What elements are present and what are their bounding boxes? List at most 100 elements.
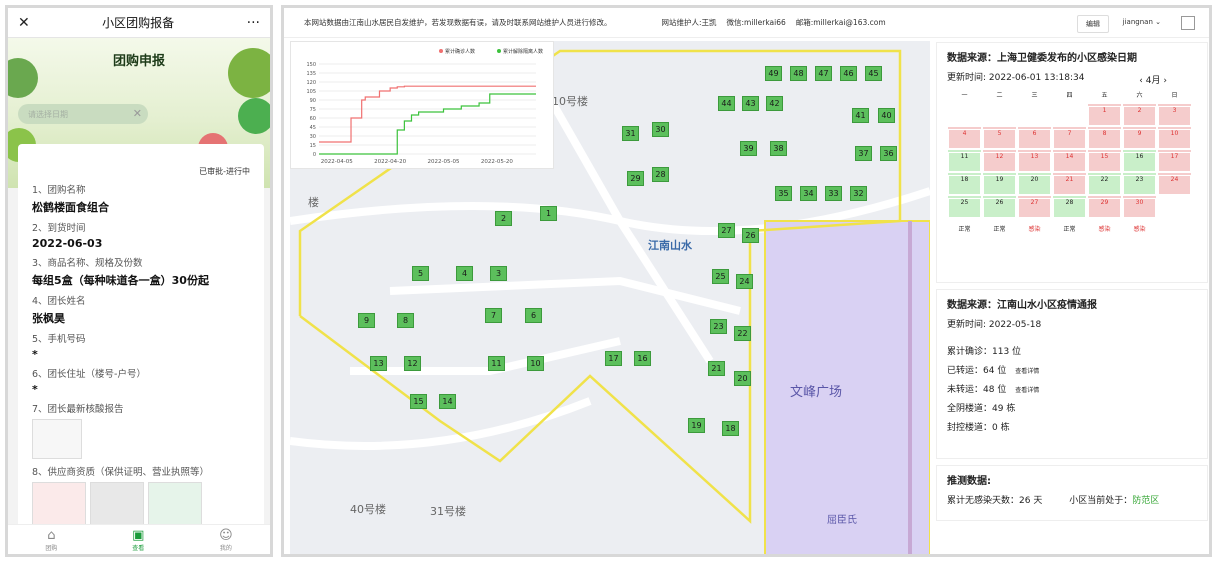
building-marker[interactable]: 41	[852, 108, 869, 123]
building-marker[interactable]: 28	[652, 167, 669, 182]
building-marker[interactable]: 6	[525, 308, 542, 323]
building-marker[interactable]: 32	[850, 186, 867, 201]
calendar-day[interactable]: 15感染	[1087, 149, 1122, 200]
building-marker[interactable]: 16	[634, 351, 651, 366]
calendar-day[interactable]: 6感染	[1017, 126, 1052, 177]
calendar-day[interactable]: 8感染	[1087, 126, 1122, 177]
detail-link[interactable]: 查看详情	[1015, 368, 1039, 375]
building-marker[interactable]: 3	[490, 266, 507, 281]
building-marker[interactable]: 2	[495, 211, 512, 226]
building-marker[interactable]: 34	[800, 186, 817, 201]
building-marker[interactable]: 27	[718, 223, 735, 238]
calendar-day[interactable]: 16正常	[1122, 149, 1157, 200]
building-marker[interactable]: 23	[710, 319, 727, 334]
calendar-day[interactable]: 28 正常	[1052, 195, 1087, 246]
building-marker[interactable]: 17	[605, 351, 622, 366]
calendar-day[interactable]: 13感染	[1017, 149, 1052, 200]
calendar-day[interactable]: 26 正常	[982, 195, 1017, 246]
building-marker[interactable]: 8	[397, 313, 414, 328]
tab-0[interactable]: ⌂ 团购	[45, 525, 57, 554]
building-marker[interactable]: 21	[708, 361, 725, 376]
building-marker[interactable]: 48	[790, 66, 807, 81]
building-marker[interactable]: 40	[878, 108, 895, 123]
calendar-day[interactable]: 27 感染	[1017, 195, 1052, 246]
close-icon[interactable]: ✕	[18, 15, 30, 31]
building-marker[interactable]: 5	[412, 266, 429, 281]
calendar-day[interactable]: 22正常	[1087, 172, 1122, 223]
chevron-left-icon[interactable]: ‹	[1139, 76, 1143, 86]
building-marker[interactable]: 13	[370, 356, 387, 371]
building-marker[interactable]: 39	[740, 141, 757, 156]
calendar-day[interactable]: 5感染	[982, 126, 1017, 177]
tab-2[interactable]: ☺ 我的	[219, 525, 233, 554]
clear-icon[interactable]: ✕	[133, 107, 142, 120]
calendar-day[interactable]: 12感染	[982, 149, 1017, 200]
calendar-day[interactable]: 7感染	[1052, 126, 1087, 177]
calendar-day[interactable]: 14感染	[1052, 149, 1087, 200]
x-tick-label: 2022-05-20	[481, 159, 513, 165]
detail-link[interactable]: 查看详情	[1015, 387, 1039, 394]
building-marker[interactable]: 46	[840, 66, 857, 81]
user-menu[interactable]: jiangnan ⌄	[1123, 18, 1161, 26]
calendar-day[interactable]: 30 感染	[1122, 195, 1157, 246]
report-thumbnail[interactable]	[32, 419, 250, 459]
building-marker[interactable]: 31	[622, 126, 639, 141]
calendar-day[interactable]: 17感染	[1157, 149, 1192, 200]
more-icon[interactable]: ···	[247, 15, 260, 31]
license-thumbnails[interactable]	[32, 482, 250, 527]
building-marker[interactable]: 18	[722, 421, 739, 436]
building-marker[interactable]: 33	[825, 186, 842, 201]
building-marker[interactable]: 4	[456, 266, 473, 281]
calendar-day[interactable]: 23正常	[1122, 172, 1157, 223]
chevron-right-icon[interactable]: ›	[1163, 76, 1167, 86]
app-title: 小区团购报备	[102, 16, 175, 30]
building-marker[interactable]: 44	[718, 96, 735, 111]
calendar-day[interactable]: 2感染	[1122, 103, 1157, 154]
calendar-day[interactable]: 19正常	[982, 172, 1017, 223]
edit-button[interactable]: 编辑	[1077, 15, 1109, 33]
calendar-day[interactable]: 18正常	[947, 172, 982, 223]
building-marker[interactable]: 30	[652, 122, 669, 137]
calendar-day[interactable]: 9感染	[1122, 126, 1157, 177]
building-marker[interactable]: 43	[742, 96, 759, 111]
building-marker[interactable]: 9	[358, 313, 375, 328]
building-marker[interactable]: 10	[527, 356, 544, 371]
building-marker[interactable]: 47	[815, 66, 832, 81]
month-switcher[interactable]: ‹ 4月 ›	[1139, 73, 1167, 86]
building-marker[interactable]: 20	[734, 371, 751, 386]
calendar-day[interactable]: 3感染	[1157, 103, 1192, 154]
building-marker[interactable]: 36	[880, 146, 897, 161]
building-marker[interactable]: 22	[734, 326, 751, 341]
email: 邮箱:millerkai@163.com	[795, 18, 886, 27]
calendar-day[interactable]: 25 正常	[947, 195, 982, 246]
building-marker[interactable]: 35	[775, 186, 792, 201]
calendar-day[interactable]: 29 感染	[1087, 195, 1122, 246]
building-marker[interactable]: 25	[712, 269, 729, 284]
calendar-day[interactable]: 1感染	[1087, 103, 1122, 154]
calendar-day[interactable]: 11正常	[947, 149, 982, 200]
building-marker[interactable]: 19	[688, 418, 705, 433]
building-marker[interactable]: 1	[540, 206, 557, 221]
building-marker[interactable]: 11	[488, 356, 505, 371]
calendar-day[interactable]: 4感染	[947, 126, 982, 177]
building-marker[interactable]: 37	[855, 146, 872, 161]
calendar-day[interactable]: 24感染	[1157, 172, 1192, 223]
calendar-day[interactable]: 10感染	[1157, 126, 1192, 177]
fullscreen-icon[interactable]	[1181, 16, 1195, 30]
building-marker[interactable]: 29	[627, 171, 644, 186]
community-map[interactable]: 10号楼 江南山水 文峰广场 40号楼 31号楼 屈臣氏 楼 49 48 47 46 4…	[290, 41, 930, 554]
tab-1[interactable]: ▣ 查看	[132, 525, 144, 554]
calendar-day[interactable]: 21感染	[1052, 172, 1087, 223]
building-marker[interactable]: 12	[404, 356, 421, 371]
building-marker[interactable]: 24	[736, 274, 753, 289]
building-marker[interactable]: 45	[865, 66, 882, 81]
calendar-day[interactable]: 20正常	[1017, 172, 1052, 223]
building-marker[interactable]: 38	[770, 141, 787, 156]
building-marker[interactable]: 15	[410, 394, 427, 409]
date-search-input[interactable]: 请选择日期 ✕	[18, 104, 148, 124]
building-marker[interactable]: 42	[766, 96, 783, 111]
building-marker[interactable]: 49	[765, 66, 782, 81]
building-marker[interactable]: 14	[439, 394, 456, 409]
building-marker[interactable]: 7	[485, 308, 502, 323]
building-marker[interactable]: 26	[742, 228, 759, 243]
